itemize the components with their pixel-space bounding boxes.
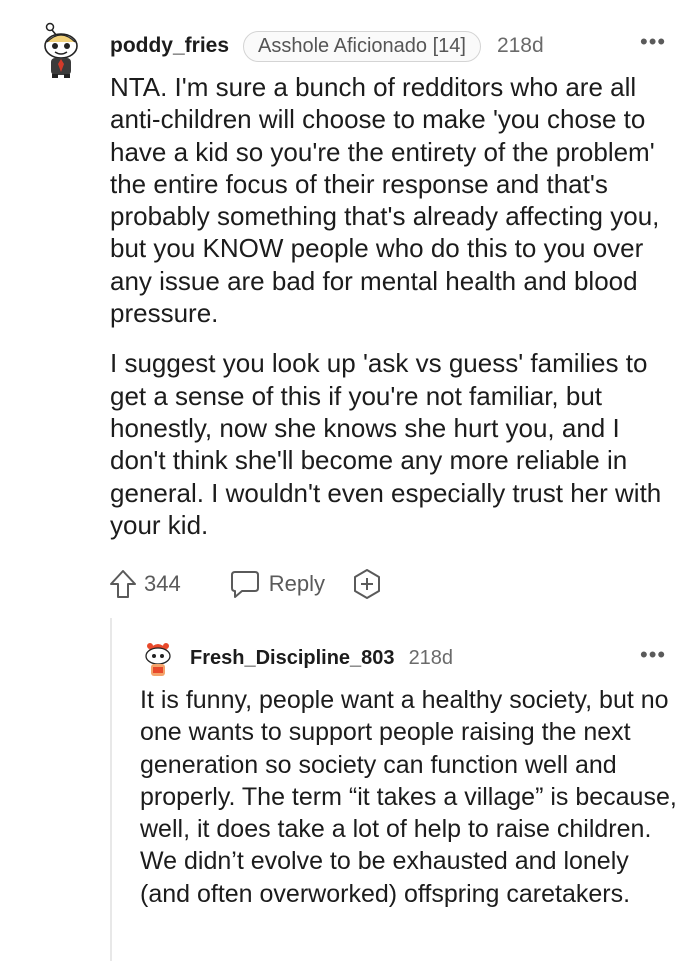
- vote-group: 344: [108, 568, 181, 600]
- comment-age: 218d: [496, 34, 544, 57]
- comment-header: poddy_fries Asshole Aficionado [14] 218d: [110, 30, 544, 62]
- reply-bubble-icon: [230, 571, 259, 598]
- comment-body: NTA. I'm sure a bunch of redditors who a…: [110, 71, 670, 541]
- thread-line[interactable]: [110, 618, 112, 961]
- comment-paragraph-2: I suggest you look up 'ask vs guess' fam…: [110, 348, 662, 540]
- vote-score: 344: [144, 571, 181, 596]
- comment-paragraph-1: NTA. I'm sure a bunch of redditors who a…: [110, 72, 660, 329]
- user-flair-badge: Asshole Aficionado [14]: [243, 30, 481, 62]
- award-plus-icon[interactable]: [351, 568, 383, 600]
- reply-header: Fresh_Discipline_803 218d: [190, 643, 453, 673]
- more-options-button[interactable]: •••: [640, 31, 666, 53]
- reply-body: It is funny, people want a healthy socie…: [140, 686, 677, 908]
- snoo-avatar-orange-icon[interactable]: [141, 637, 175, 679]
- snoo-avatar-icon[interactable]: [38, 22, 84, 78]
- comment-action-bar: 344 Reply: [108, 566, 383, 602]
- reply-age: 218d: [408, 646, 454, 669]
- reply-button[interactable]: Reply: [229, 569, 325, 599]
- reply-label: Reply: [268, 571, 325, 596]
- upvote-arrow-icon[interactable]: [108, 568, 138, 600]
- username-link[interactable]: poddy_fries: [110, 34, 229, 58]
- reply-more-options-button[interactable]: •••: [640, 644, 666, 666]
- reply-username-link[interactable]: Fresh_Discipline_803: [190, 647, 395, 670]
